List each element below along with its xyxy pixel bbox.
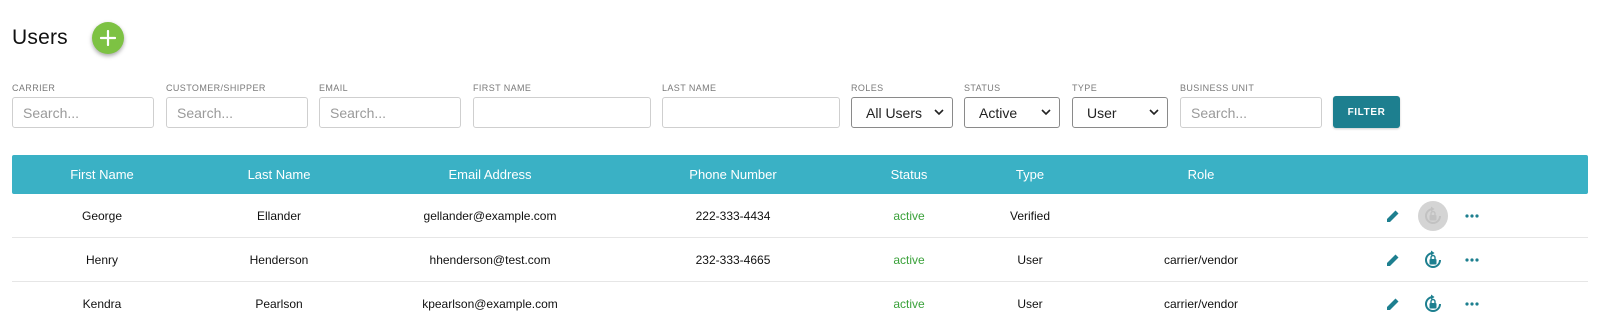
column-header-first-name[interactable]: First Name <box>70 155 134 194</box>
edit-button[interactable] <box>1385 252 1401 268</box>
cell-first-name: Henry <box>85 253 119 267</box>
more-options-button[interactable] <box>1465 257 1479 262</box>
customer-shipper-label: CUSTOMER/SHIPPER <box>166 83 266 93</box>
first-name-label: FIRST NAME <box>473 83 532 93</box>
cell-type: Verified <box>1009 209 1051 223</box>
edit-button[interactable] <box>1385 208 1401 224</box>
carrier-search-input[interactable] <box>12 97 154 128</box>
pencil-icon <box>1387 252 1400 266</box>
cell-status: active <box>893 297 925 311</box>
carrier-filter: CARRIER <box>12 82 154 128</box>
email-search-input[interactable] <box>319 97 461 128</box>
business-unit-filter: BUSINESS UNIT <box>1180 82 1322 128</box>
customer-shipper-search-input[interactable] <box>166 97 308 128</box>
filter-bar: CARRIER CUSTOMER/SHIPPER EMAIL FIRST NAM… <box>12 82 1600 132</box>
more-options-button[interactable] <box>1465 213 1479 218</box>
table-row: George Ellander gellander@example.com 22… <box>12 194 1588 238</box>
add-user-button[interactable] <box>91 22 124 54</box>
last-name-filter: LAST NAME <box>662 82 840 128</box>
roles-label: ROLES <box>851 83 884 93</box>
unlock-reset-icon <box>1425 294 1441 312</box>
pencil-icon <box>1387 208 1400 222</box>
status-filter: STATUS Active <box>964 82 1060 128</box>
status-label: STATUS <box>964 83 1001 93</box>
customer-shipper-filter: CUSTOMER/SHIPPER <box>166 82 308 128</box>
column-header-type[interactable]: Type <box>1016 155 1044 194</box>
cell-type: User <box>1017 253 1043 267</box>
cell-status: active <box>893 209 925 223</box>
column-header-role[interactable]: Role <box>1188 155 1215 194</box>
column-header-last-name[interactable]: Last Name <box>248 155 311 194</box>
pencil-icon <box>1387 297 1400 310</box>
page-header: Users <box>12 22 124 54</box>
unlock-reset-icon <box>1425 206 1441 224</box>
cell-email: hhenderson@test.com <box>429 253 551 267</box>
last-name-label: LAST NAME <box>662 83 717 93</box>
cell-last-name: Pearlson <box>255 297 303 311</box>
roles-select-value: All Users <box>866 104 923 121</box>
edit-button[interactable] <box>1385 296 1401 312</box>
status-select-value: Active <box>979 104 1018 121</box>
chevron-down-icon <box>934 109 944 116</box>
business-unit-label: BUSINESS UNIT <box>1180 83 1255 93</box>
cell-first-name: George <box>81 209 123 223</box>
cell-role: carrier/vendor <box>1163 253 1239 267</box>
table-header: First Name Last Name Email Address Phone… <box>12 155 1588 194</box>
cell-role: carrier/vendor <box>1163 297 1239 311</box>
page-title: Users <box>12 26 68 49</box>
table-row: Kendra Pearlson kpearlson@example.com ac… <box>12 282 1588 326</box>
email-filter: EMAIL <box>319 82 461 128</box>
carrier-label: CARRIER <box>12 83 56 93</box>
unlock-button[interactable] <box>1418 200 1448 231</box>
more-horizontal-icon <box>1465 302 1479 306</box>
type-label: TYPE <box>1072 83 1098 93</box>
type-filter: TYPE User <box>1072 82 1168 128</box>
cell-first-name: Kendra <box>82 297 122 311</box>
roles-filter: ROLES All Users <box>851 82 953 128</box>
type-select[interactable]: User <box>1072 97 1168 128</box>
cell-type: User <box>1017 297 1043 311</box>
unlock-button[interactable] <box>1418 245 1448 275</box>
first-name-filter: FIRST NAME <box>473 82 651 128</box>
chevron-down-icon <box>1041 109 1051 116</box>
cell-email: kpearlson@example.com <box>422 297 558 311</box>
last-name-input[interactable] <box>662 97 840 128</box>
email-label: EMAIL <box>319 83 349 93</box>
cell-last-name: Ellander <box>256 209 302 223</box>
users-table: First Name Last Name Email Address Phone… <box>12 155 1588 326</box>
cell-email: gellander@example.com <box>423 209 557 223</box>
roles-select[interactable]: All Users <box>851 97 953 128</box>
status-select[interactable]: Active <box>964 97 1060 128</box>
more-horizontal-icon <box>1465 213 1479 218</box>
business-unit-search-input[interactable] <box>1180 97 1322 128</box>
cell-phone: 222-333-4434 <box>695 209 771 223</box>
table-row: Henry Henderson hhenderson@test.com 232-… <box>12 238 1588 282</box>
unlock-button[interactable] <box>1418 289 1448 319</box>
first-name-input[interactable] <box>473 97 651 128</box>
plus-icon <box>99 30 116 46</box>
chevron-down-icon <box>1149 109 1159 116</box>
column-header-status[interactable]: Status <box>891 155 928 194</box>
more-options-button[interactable] <box>1465 302 1479 306</box>
filter-button[interactable]: FILTER <box>1333 96 1400 128</box>
column-header-phone[interactable]: Phone Number <box>689 155 776 194</box>
cell-phone: 232-333-4665 <box>695 253 771 267</box>
column-header-email[interactable]: Email Address <box>448 155 531 194</box>
type-select-value: User <box>1087 104 1117 121</box>
more-horizontal-icon <box>1465 257 1479 262</box>
cell-last-name: Henderson <box>249 253 309 267</box>
cell-status: active <box>893 253 925 267</box>
unlock-reset-icon <box>1425 250 1441 268</box>
